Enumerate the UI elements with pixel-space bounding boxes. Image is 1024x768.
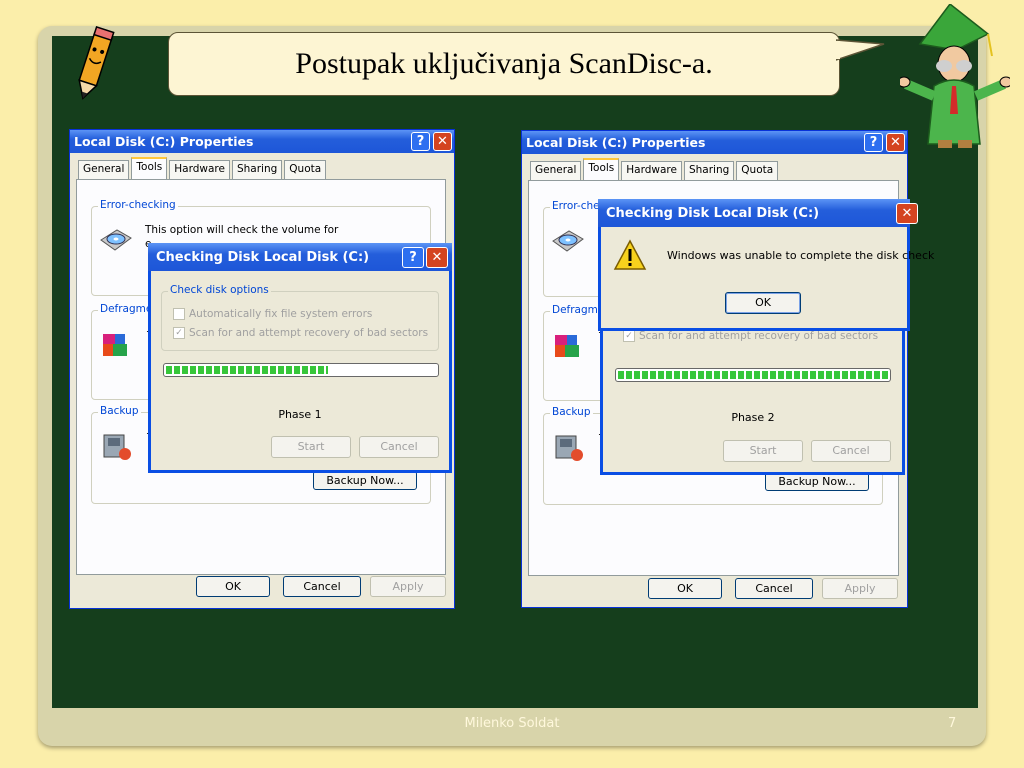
backup-icon <box>103 434 131 460</box>
backup-label: Backup <box>550 406 593 418</box>
tab-sharing[interactable]: Sharing <box>231 160 283 179</box>
professor-character-icon <box>900 4 1010 148</box>
message-ok-button[interactable]: OK <box>725 292 801 314</box>
warning-icon <box>613 239 647 270</box>
progress-fill <box>618 371 888 379</box>
phase-label: Phase 2 <box>731 411 775 424</box>
backup-icon <box>555 435 583 461</box>
error-checking-text: This option will check the volume for <box>145 224 339 236</box>
footer-author: Milenko Soldat <box>464 716 560 731</box>
tab-strip: General Tools Hardware Sharing Quota <box>78 157 328 179</box>
tab-tools[interactable]: Tools <box>131 157 168 179</box>
dialog-cancel-button: Cancel <box>811 440 891 462</box>
help-button[interactable]: ? <box>402 247 424 268</box>
check-disk-title: Checking Disk Local Disk (C:) <box>156 249 370 265</box>
message-title: Checking Disk Local Disk (C:) <box>606 205 820 221</box>
scan-progress-bar <box>163 363 439 377</box>
backup-label: Backup <box>98 405 141 417</box>
tab-quota[interactable]: Quota <box>284 160 327 179</box>
apply-button: Apply <box>370 576 446 597</box>
scan-progress-bar <box>615 368 891 382</box>
defrag-icon <box>555 335 579 357</box>
scan-bad-sectors-label: Scan for and attempt recovery of bad sec… <box>639 330 879 342</box>
right-window-titlebar[interactable]: Local Disk (C:) Properties ? ✕ <box>522 131 907 154</box>
scan-bad-sectors-checkbox: ✓ Scan for and attempt recovery of bad s… <box>173 327 428 339</box>
defrag-icon <box>103 334 127 356</box>
close-button[interactable]: ✕ <box>896 203 918 224</box>
tab-general[interactable]: General <box>78 160 130 179</box>
checkbox-checked-box: ✓ <box>623 330 635 342</box>
start-button: Start <box>723 440 803 462</box>
defrag-label: Defragme <box>98 303 155 315</box>
apply-button: Apply <box>822 578 898 599</box>
tab-hardware[interactable]: Hardware <box>169 160 230 179</box>
window-title: Local Disk (C:) Properties <box>74 134 254 149</box>
scan-bad-sectors-label: Scan for and attempt recovery of bad sec… <box>189 327 429 339</box>
close-button[interactable]: ✕ <box>426 247 448 268</box>
message-text: Windows was unable to complete the disk … <box>667 249 935 262</box>
ok-button[interactable]: OK <box>196 576 270 597</box>
tab-quota[interactable]: Quota <box>736 161 779 180</box>
close-button[interactable]: ✕ <box>886 133 905 152</box>
checkbox-checked-box: ✓ <box>173 327 185 339</box>
left-check-disk-dialog: Checking Disk Local Disk (C:) ? ✕ Check … <box>148 243 452 473</box>
ok-button[interactable]: OK <box>648 578 722 599</box>
bubble-tail <box>836 39 885 61</box>
message-titlebar[interactable]: Checking Disk Local Disk (C:) ✕ <box>598 199 918 227</box>
backup-now-button[interactable]: Backup Now... <box>313 471 417 490</box>
disk-check-error-message: Checking Disk Local Disk (C:) ✕ Windows … <box>598 199 934 331</box>
dialog-cancel-button: Cancel <box>359 436 439 458</box>
left-window-titlebar[interactable]: Local Disk (C:) Properties ? ✕ <box>70 130 454 153</box>
start-button: Start <box>271 436 351 458</box>
check-options-label: Check disk options <box>168 284 271 296</box>
scan-bad-sectors-checkbox: ✓ Scan for and attempt recovery of bad s… <box>623 330 878 342</box>
phase-label: Phase 1 <box>278 408 322 421</box>
help-button[interactable]: ? <box>411 132 430 151</box>
cancel-button[interactable]: Cancel <box>735 578 813 599</box>
auto-fix-label: Automatically fix file system errors <box>189 308 373 320</box>
progress-fill <box>166 366 328 374</box>
disk-check-icon <box>552 230 584 252</box>
auto-fix-checkbox: Automatically fix file system errors <box>173 308 372 320</box>
tab-strip: General Tools Hardware Sharing Quota <box>530 158 780 180</box>
check-disk-titlebar[interactable]: Checking Disk Local Disk (C:) ? ✕ <box>148 243 452 271</box>
cancel-button[interactable]: Cancel <box>283 576 361 597</box>
slide-title: Postupak uključivanja ScanDisc-a. <box>295 47 713 80</box>
checkbox-box <box>173 308 185 320</box>
help-button[interactable]: ? <box>864 133 883 152</box>
error-checking-label: Error-che <box>550 200 602 212</box>
error-checking-label: Error-checking <box>98 199 178 211</box>
tab-hardware[interactable]: Hardware <box>621 161 682 180</box>
close-button[interactable]: ✕ <box>433 132 452 151</box>
page-number: 7 <box>948 716 957 731</box>
window-title: Local Disk (C:) Properties <box>526 135 706 150</box>
pencil-character-icon <box>78 26 115 100</box>
check-options-group: Check disk options <box>161 284 439 351</box>
tab-sharing[interactable]: Sharing <box>683 161 735 180</box>
tab-general[interactable]: General <box>530 161 582 180</box>
tab-tools[interactable]: Tools <box>583 158 620 180</box>
slide-title-bubble: Postupak uključivanja ScanDisc-a. <box>168 32 840 96</box>
disk-check-icon <box>100 229 132 251</box>
